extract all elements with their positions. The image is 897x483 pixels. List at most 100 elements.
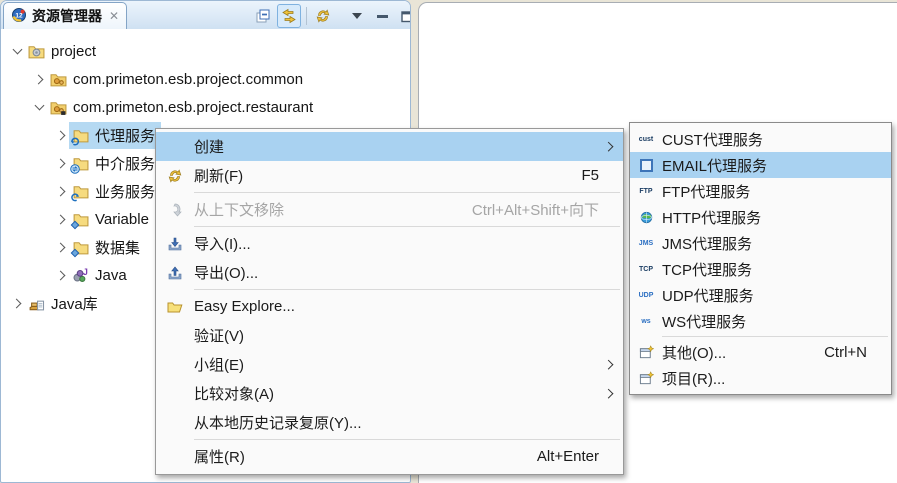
svg-text:J: J (83, 267, 88, 277)
menu-accelerator: F5 (581, 167, 613, 184)
menu-item-create[interactable]: 创建 (156, 132, 623, 161)
project-folder-icon (28, 43, 45, 60)
chevron-right-icon (55, 186, 65, 196)
tree-label: 代理服务 (95, 125, 155, 146)
cust-proxy-icon: cust (630, 136, 662, 143)
submenu-item-ws-proxy[interactable]: ws WS代理服务 (630, 308, 891, 334)
workbench: 12 资源管理器 ✕ (0, 0, 897, 483)
link-with-editor-icon (281, 8, 297, 24)
submenu-item-email-proxy[interactable]: EMAIL代理服务 (630, 152, 891, 178)
java-package-icon: J (72, 267, 89, 284)
expander[interactable] (31, 105, 47, 109)
chevron-right-icon (11, 298, 21, 308)
submenu-item-jms-proxy[interactable]: JMS JMS代理服务 (630, 230, 891, 256)
proxy-service-folder-icon (72, 127, 89, 144)
link-with-editor-button[interactable] (277, 4, 301, 28)
tree-label: Java (95, 267, 127, 284)
menu-label: 导入(I)... (194, 233, 251, 254)
menu-label: 刷新(F) (194, 165, 243, 186)
tab-close-icon[interactable]: ✕ (109, 9, 119, 23)
refresh-button[interactable] (312, 5, 334, 27)
tree-row-module-common[interactable]: com.primeton.esb.project.common (3, 65, 408, 93)
menu-item-easy-explore[interactable]: Easy Explore... (156, 292, 623, 321)
tree-label: project (51, 43, 96, 60)
tree-label: Variable (95, 211, 149, 228)
mediation-service-folder-icon (72, 155, 89, 172)
context-menu: 创建 刷新(F) F5 从上下文移除 Ctrl+Alt+Shift+向下 导入(… (155, 128, 624, 475)
tree-row-module-restaurant[interactable]: com.primeton.esb.project.restaurant (3, 93, 408, 121)
menu-item-remove-from-context: 从上下文移除 Ctrl+Alt+Shift+向下 (156, 195, 623, 224)
tab-resource-explorer[interactable]: 12 资源管理器 ✕ (3, 2, 127, 29)
expander[interactable] (53, 272, 69, 279)
refresh-icon (156, 168, 194, 184)
expander[interactable] (9, 300, 25, 307)
tree-label: 数据集 (95, 237, 140, 258)
chevron-right-icon (55, 242, 65, 252)
expander[interactable] (53, 160, 69, 167)
menu-label: EMAIL代理服务 (662, 155, 767, 176)
menu-label: 从本地历史记录复原(Y)... (194, 412, 362, 433)
menu-label: TCP代理服务 (662, 259, 752, 280)
jms-proxy-icon: JMS (630, 240, 662, 247)
chevron-right-icon (33, 74, 43, 84)
dataset-folder-icon (72, 239, 89, 256)
menu-label: CUST代理服务 (662, 129, 763, 150)
import-icon (156, 236, 194, 252)
tree-row-project[interactable]: project (3, 37, 408, 65)
menu-label: 创建 (194, 136, 224, 157)
expander[interactable] (53, 216, 69, 223)
menu-separator (194, 192, 620, 193)
menu-label: UDP代理服务 (662, 285, 754, 306)
menu-label: FTP代理服务 (662, 181, 750, 202)
collapse-all-button[interactable] (252, 5, 274, 27)
menu-item-export[interactable]: 导出(O)... (156, 258, 623, 287)
submenu-item-other[interactable]: 其他(O)... Ctrl+N (630, 339, 891, 365)
menu-label: 从上下文移除 (194, 199, 284, 220)
expander[interactable] (31, 76, 47, 83)
submenu-arrow-icon (604, 388, 614, 398)
collapse-all-icon (255, 8, 271, 24)
udp-proxy-icon: UDP (630, 292, 662, 299)
menu-item-team[interactable]: 小组(E) (156, 350, 623, 379)
expander[interactable] (53, 132, 69, 139)
tree-label: 中介服务 (95, 153, 155, 174)
chevron-right-icon (55, 158, 65, 168)
menu-separator (662, 336, 888, 337)
menu-label: 比较对象(A) (194, 383, 274, 404)
menu-separator (194, 439, 620, 440)
expander[interactable] (53, 188, 69, 195)
submenu-item-http-proxy[interactable]: HTTP代理服务 (630, 204, 891, 230)
esb-module-icon (50, 71, 67, 88)
menu-item-refresh[interactable]: 刷新(F) F5 (156, 161, 623, 190)
esb-module-icon (50, 99, 67, 116)
submenu-item-project[interactable]: 项目(R)... (630, 365, 891, 391)
resource-explorer-icon: 12 (11, 7, 27, 26)
tree-label: com.primeton.esb.project.common (73, 71, 303, 88)
menu-label: 项目(R)... (662, 368, 725, 389)
view-toolbar (252, 4, 411, 28)
submenu-item-cust-proxy[interactable]: cust CUST代理服务 (630, 126, 891, 152)
menu-label: Easy Explore... (194, 298, 295, 315)
minimize-icon (377, 15, 388, 18)
menu-label: 小组(E) (194, 354, 244, 375)
expander[interactable] (9, 49, 25, 53)
menu-item-properties[interactable]: 属性(R) Alt+Enter (156, 442, 623, 471)
new-project-icon (630, 371, 662, 386)
view-header: 12 资源管理器 ✕ (1, 1, 410, 29)
chevron-right-icon (55, 214, 65, 224)
submenu-item-udp-proxy[interactable]: UDP UDP代理服务 (630, 282, 891, 308)
expander[interactable] (53, 244, 69, 251)
maximize-icon (400, 9, 412, 24)
view-menu-button[interactable] (346, 5, 368, 27)
menu-item-compare-with[interactable]: 比较对象(A) (156, 379, 623, 408)
minimize-button[interactable] (371, 5, 393, 27)
submenu-item-ftp-proxy[interactable]: FTP FTP代理服务 (630, 178, 891, 204)
menu-label: 导出(O)... (194, 262, 258, 283)
menu-item-import[interactable]: 导入(I)... (156, 229, 623, 258)
menu-item-restore-from-local-history[interactable]: 从本地历史记录复原(Y)... (156, 408, 623, 437)
submenu-item-tcp-proxy[interactable]: TCP TCP代理服务 (630, 256, 891, 282)
menu-accelerator: Alt+Enter (537, 448, 613, 465)
menu-item-validate[interactable]: 验证(V) (156, 321, 623, 350)
maximize-button[interactable] (396, 5, 411, 27)
menu-label: JMS代理服务 (662, 233, 752, 254)
